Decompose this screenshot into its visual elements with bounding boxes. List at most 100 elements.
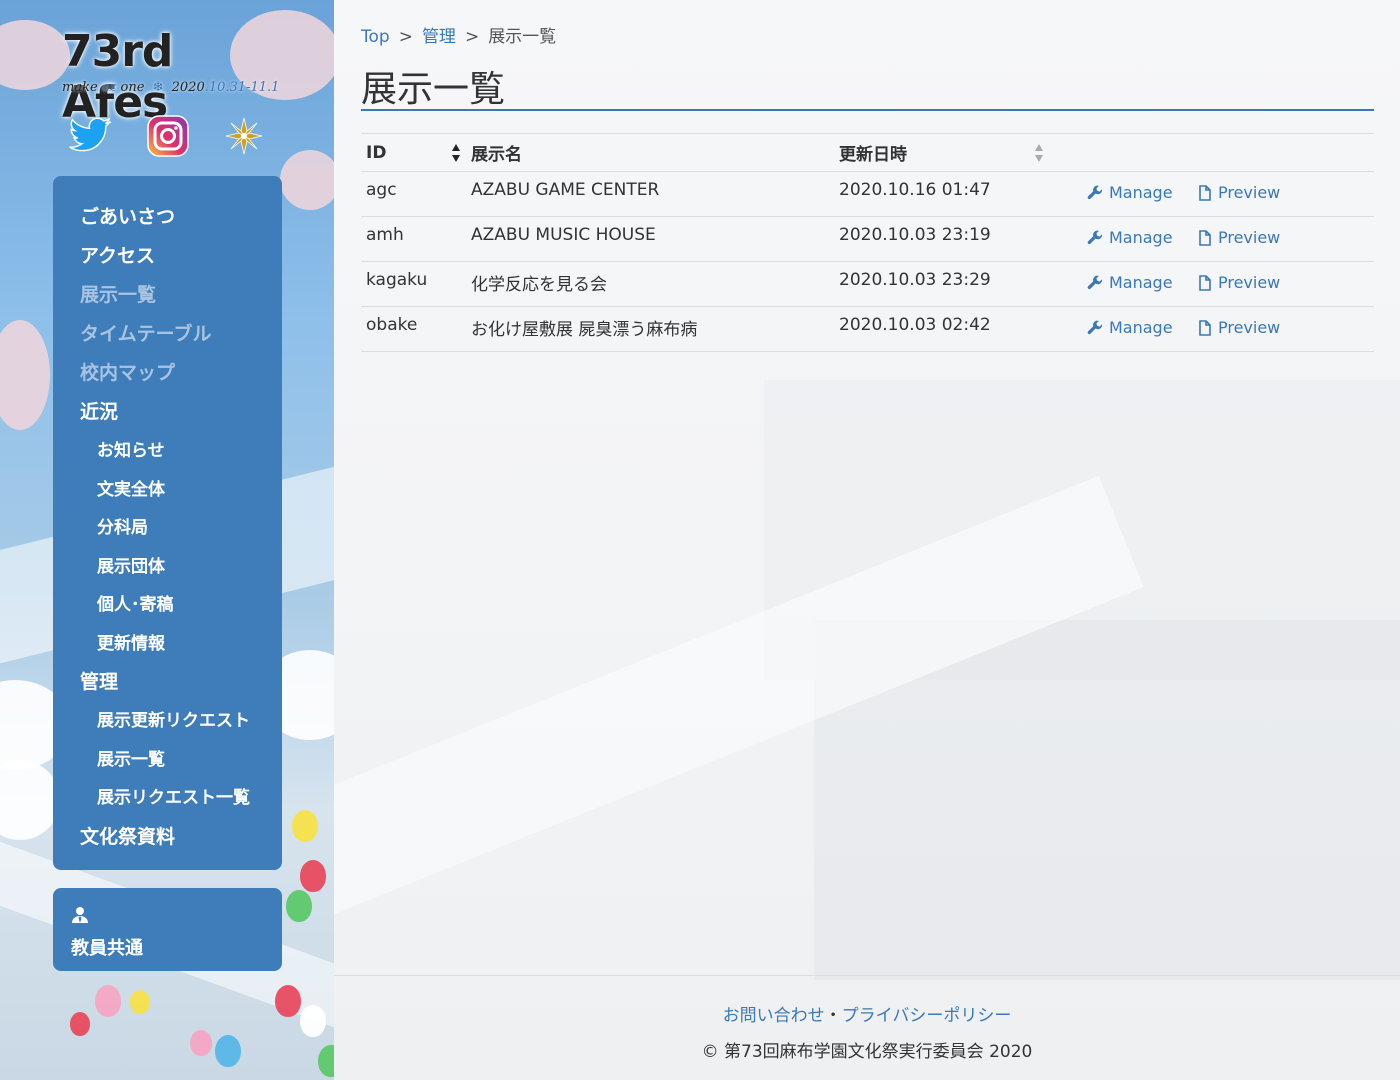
menu-item-personal-contributions[interactable]: 個人･寄稿 xyxy=(53,586,282,625)
tagline-date-range: .10.31-11.1 xyxy=(204,80,280,95)
main-content: Top > 管理 > 展示一覧 展示一覧 ID 展示名 更新日時 agc AZA… xyxy=(334,0,1400,1080)
privacy-policy-link[interactable]: プライバシーポリシー xyxy=(842,1006,1012,1026)
cell-id: obake xyxy=(361,306,466,352)
cell-actions: Manage Preview xyxy=(1049,261,1374,307)
menu-item-timetable[interactable]: タイムテーブル xyxy=(53,315,282,354)
column-header-id[interactable]: ID xyxy=(361,133,466,172)
page-title: 展示一覧 xyxy=(361,69,506,110)
cell-updated: 2020.10.03 02:42 xyxy=(834,306,1049,352)
file-icon xyxy=(1199,319,1211,336)
bg-balloon xyxy=(318,1045,334,1077)
bg-balloon xyxy=(292,810,318,842)
column-header-updated[interactable]: 更新日時 xyxy=(834,133,1049,172)
twitter-link[interactable] xyxy=(66,112,114,160)
cell-id: agc xyxy=(361,171,466,217)
bg-blossom xyxy=(0,320,50,430)
bg-balloon xyxy=(300,860,326,892)
footer-separator: ・ xyxy=(824,1006,842,1026)
menu-item-access[interactable]: アクセス xyxy=(53,237,282,276)
bg-balloon xyxy=(300,1005,326,1037)
bg-balloon xyxy=(70,1012,90,1036)
file-icon xyxy=(1199,274,1211,291)
file-icon xyxy=(1199,184,1211,201)
bg-balloon xyxy=(215,1035,241,1067)
bg-balloon xyxy=(130,990,150,1014)
manage-label: Manage xyxy=(1109,318,1173,337)
menu-item-committee[interactable]: 文実全体 xyxy=(53,471,282,510)
wrench-icon xyxy=(1087,230,1103,244)
menu-item-campus-map[interactable]: 校内マップ xyxy=(53,354,282,393)
cell-updated: 2020.10.03 23:29 xyxy=(834,261,1049,307)
title-divider xyxy=(361,109,1374,111)
school-emblem-link[interactable] xyxy=(220,112,268,160)
menu-item-announcements[interactable]: お知らせ xyxy=(53,432,282,471)
sort-icon xyxy=(1035,144,1043,162)
menu-item-divisions[interactable]: 分科局 xyxy=(53,509,282,548)
sidebar: 73rd Afes make az one ❄ 2020.10.31-11.1 xyxy=(0,0,334,1080)
site-logo[interactable]: 73rd Afes make az one ❄ 2020.10.31-11.1 xyxy=(50,22,286,128)
wrench-icon xyxy=(1087,275,1103,289)
preview-label: Preview xyxy=(1217,183,1281,202)
bg-blossom xyxy=(280,150,334,210)
column-header-name[interactable]: 展示名 xyxy=(466,133,834,172)
preview-link[interactable]: Preview xyxy=(1198,183,1280,202)
footer-divider xyxy=(334,975,1400,976)
exhibit-table: ID 展示名 更新日時 agc AZABU GAME CENTER 2020.1… xyxy=(361,133,1374,352)
breadcrumb-separator: > xyxy=(464,27,480,47)
preview-label: Preview xyxy=(1217,273,1281,292)
manage-link[interactable]: Manage xyxy=(1087,273,1173,292)
preview-link[interactable]: Preview xyxy=(1198,273,1280,292)
cell-actions: Manage Preview xyxy=(1049,171,1374,217)
tagline-one: one xyxy=(120,80,145,95)
teacher-account-button[interactable]: 教員共通 xyxy=(53,888,282,971)
table-header-row: ID 展示名 更新日時 xyxy=(361,133,1374,172)
preview-link[interactable]: Preview xyxy=(1198,228,1280,247)
menu-item-exhibits[interactable]: 展示一覧 xyxy=(53,276,282,315)
column-header-id-label: ID xyxy=(366,142,387,163)
menu-item-exhibit-request-list[interactable]: 展示リクエスト一覧 xyxy=(53,779,282,818)
menu-item-admin-exhibit-list[interactable]: 展示一覧 xyxy=(53,741,282,780)
menu-item-news[interactable]: 近況 xyxy=(53,393,282,432)
user-icon xyxy=(72,907,88,923)
menu-item-greeting[interactable]: ごあいさつ xyxy=(53,198,282,237)
manage-link[interactable]: Manage xyxy=(1087,228,1173,247)
cell-updated: 2020.10.03 23:19 xyxy=(834,216,1049,262)
cell-name: AZABU GAME CENTER xyxy=(466,171,834,217)
twitter-icon xyxy=(69,117,112,152)
cell-actions: Manage Preview xyxy=(1049,306,1374,352)
wrench-icon xyxy=(1087,320,1103,334)
wrench-icon xyxy=(1087,185,1103,199)
menu-item-exhibit-update-request[interactable]: 展示更新リクエスト xyxy=(53,702,282,741)
instagram-link[interactable] xyxy=(144,112,192,160)
menu-item-festival-documents[interactable]: 文化祭資料 xyxy=(53,818,282,857)
cell-name: お化け屋敷展 屍臭漂う麻布病 xyxy=(466,306,834,352)
table-row: kagaku 化学反応を見る会 2020.10.03 23:29 Manage … xyxy=(361,261,1374,307)
bg-balloon xyxy=(275,985,301,1017)
menu-item-exhibit-groups[interactable]: 展示団体 xyxy=(53,548,282,587)
tagline-az: az xyxy=(101,80,117,95)
cell-id: kagaku xyxy=(361,261,466,307)
copyright: © 第73回麻布学園文化祭実行委員会 2020 xyxy=(701,1042,1033,1062)
cell-id: amh xyxy=(361,216,466,262)
bg-balloon xyxy=(95,985,121,1017)
table-row: amh AZABU MUSIC HOUSE 2020.10.03 23:19 M… xyxy=(361,216,1374,262)
breadcrumb-separator: > xyxy=(398,27,413,47)
manage-label: Manage xyxy=(1109,228,1173,247)
menu-item-admin[interactable]: 管理 xyxy=(53,663,282,702)
preview-link[interactable]: Preview xyxy=(1198,318,1280,337)
manage-link[interactable]: Manage xyxy=(1087,318,1173,337)
breadcrumb-admin-link[interactable]: 管理 xyxy=(422,27,456,47)
manage-link[interactable]: Manage xyxy=(1087,183,1173,202)
cell-name: AZABU MUSIC HOUSE xyxy=(466,216,834,262)
manage-label: Manage xyxy=(1109,183,1173,202)
breadcrumb-top-link[interactable]: Top xyxy=(361,27,390,47)
cell-updated: 2020.10.16 01:47 xyxy=(834,171,1049,217)
bg-cloud xyxy=(0,760,60,840)
bg-balloon xyxy=(286,890,312,922)
table-row: obake お化け屋敷展 屍臭漂う麻布病 2020.10.03 02:42 Ma… xyxy=(361,306,1374,352)
logo-tagline: make az one ❄ 2020.10.31-11.1 xyxy=(62,80,279,95)
footer-links: お問い合わせ・プライバシーポリシー xyxy=(334,1001,1400,1026)
table-row: agc AZABU GAME CENTER 2020.10.16 01:47 M… xyxy=(361,171,1374,217)
menu-item-updates[interactable]: 更新情報 xyxy=(53,625,282,664)
contact-link[interactable]: お問い合わせ xyxy=(723,1006,825,1026)
